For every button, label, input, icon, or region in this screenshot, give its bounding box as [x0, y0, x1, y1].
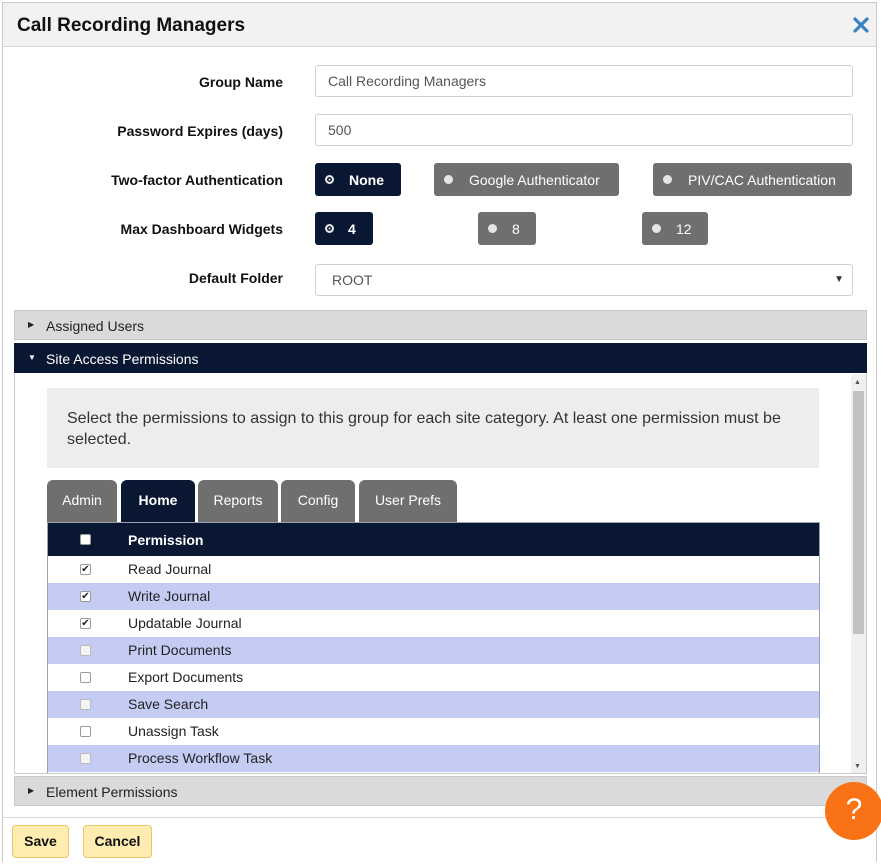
- radio-unselected-icon: [444, 175, 453, 184]
- caret-right-icon: ▶: [28, 320, 35, 329]
- accordion-assigned-users[interactable]: ▶ Assigned Users: [14, 310, 867, 340]
- table-row: ✔ Updatable Journal: [48, 610, 819, 637]
- save-button[interactable]: Save: [12, 825, 69, 858]
- permission-column-header: Permission: [128, 532, 204, 548]
- caret-down-icon: ▼: [28, 353, 36, 362]
- max-widgets-label: Max Dashboard Widgets: [120, 221, 283, 237]
- select-all-checkbox[interactable]: [80, 534, 91, 545]
- row-checkbox[interactable]: [80, 753, 91, 764]
- table-row: ✔ Write Journal: [48, 583, 819, 610]
- accordion-site-access[interactable]: ▼ Site Access Permissions: [14, 343, 867, 373]
- site-access-panel: Select the permissions to assign to this…: [14, 374, 867, 774]
- two-factor-google-radio[interactable]: Google Authenticator: [434, 163, 619, 196]
- two-factor-pivcac-radio[interactable]: PIV/CAC Authentication: [653, 163, 852, 196]
- radio-unselected-icon: [652, 224, 661, 233]
- group-name-input[interactable]: Call Recording Managers: [315, 65, 853, 97]
- scroll-down-icon[interactable]: ▼: [854, 763, 861, 770]
- table-row: ✔ Read Journal: [48, 556, 819, 583]
- password-expires-label: Password Expires (days): [117, 123, 283, 139]
- tab-admin[interactable]: Admin: [47, 480, 117, 522]
- close-icon[interactable]: [852, 16, 870, 34]
- row-checkbox[interactable]: ✔: [80, 591, 91, 602]
- dialog-titlebar: Call Recording Managers: [3, 3, 876, 47]
- password-expires-input[interactable]: 500: [315, 114, 853, 146]
- scroll-up-icon[interactable]: ▲: [854, 379, 861, 386]
- site-access-info: Select the permissions to assign to this…: [47, 388, 819, 468]
- row-checkbox[interactable]: ✔: [80, 618, 91, 629]
- row-checkbox[interactable]: ✔: [80, 564, 91, 575]
- default-folder-value: ROOT: [332, 272, 373, 288]
- tab-home[interactable]: Home: [121, 480, 195, 522]
- default-folder-select[interactable]: ROOT ▼: [315, 264, 853, 296]
- caret-down-icon: ▼: [834, 274, 844, 285]
- panel-scrollbar[interactable]: ▲ ▼: [851, 374, 866, 773]
- tab-config[interactable]: Config: [281, 480, 355, 522]
- table-row: Print Documents: [48, 637, 819, 664]
- dialog-footer: Save Cancel: [3, 817, 876, 863]
- dialog-title: Call Recording Managers: [17, 15, 246, 36]
- accordion-element-permissions[interactable]: ▶ Element Permissions: [14, 776, 867, 806]
- radio-unselected-icon: [488, 224, 497, 233]
- max-widgets-12-radio[interactable]: 12: [642, 212, 708, 245]
- two-factor-label: Two-factor Authentication: [111, 172, 283, 188]
- table-row: Save Search: [48, 691, 819, 718]
- row-checkbox[interactable]: [80, 672, 91, 683]
- table-row: Unassign Task: [48, 718, 819, 745]
- max-widgets-4-radio[interactable]: 4: [315, 212, 373, 245]
- radio-selected-icon: [325, 224, 334, 233]
- cancel-button[interactable]: Cancel: [83, 825, 152, 858]
- help-button[interactable]: ?: [825, 782, 881, 840]
- scroll-thumb[interactable]: [853, 391, 864, 634]
- group-name-label: Group Name: [198, 74, 283, 90]
- radio-unselected-icon: [663, 175, 672, 184]
- tab-user-prefs[interactable]: User Prefs: [359, 480, 457, 522]
- two-factor-none-radio[interactable]: None: [315, 163, 401, 196]
- dialog: Call Recording Managers Group Name Call …: [2, 2, 877, 863]
- tab-reports[interactable]: Reports: [198, 480, 278, 522]
- caret-right-icon: ▶: [28, 786, 35, 795]
- row-checkbox[interactable]: [80, 699, 91, 710]
- radio-selected-icon: [325, 175, 334, 184]
- row-checkbox[interactable]: [80, 645, 91, 656]
- table-row: Process Workflow Task: [48, 745, 819, 772]
- row-checkbox[interactable]: [80, 726, 91, 737]
- table-row: Export Documents: [48, 664, 819, 691]
- default-folder-label: Default Folder: [188, 270, 283, 286]
- max-widgets-8-radio[interactable]: 8: [478, 212, 536, 245]
- permission-table-header: Permission: [48, 523, 819, 556]
- permission-table: Permission ✔ Read Journal ✔ Write Journa…: [47, 522, 820, 773]
